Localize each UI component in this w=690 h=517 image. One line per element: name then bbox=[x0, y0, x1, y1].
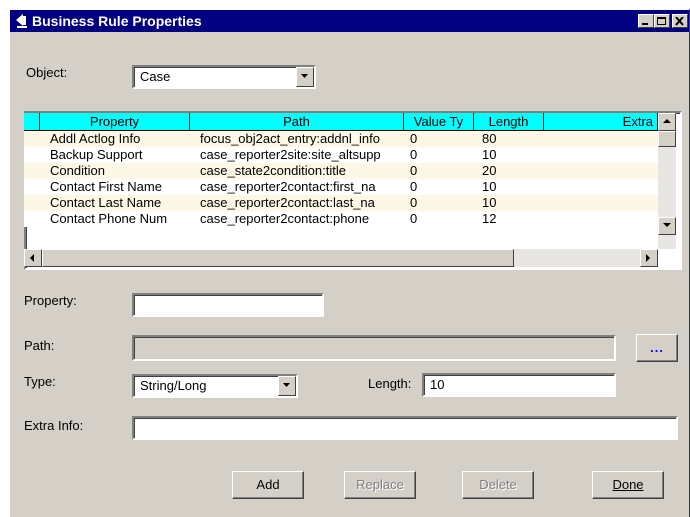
app-icon bbox=[16, 14, 27, 28]
table-cell[interactable]: Contact First Name bbox=[50, 179, 190, 195]
path-input[interactable] bbox=[132, 335, 616, 361]
column-header-length[interactable]: Length bbox=[474, 113, 544, 131]
column-header-path[interactable]: Path bbox=[190, 113, 404, 131]
table-cell[interactable]: 0 bbox=[410, 163, 474, 179]
table-cell[interactable]: 0 bbox=[410, 131, 474, 147]
type-select[interactable]: String/Long bbox=[132, 374, 298, 398]
scroll-up-button[interactable] bbox=[658, 113, 676, 131]
row-selector[interactable] bbox=[24, 147, 40, 163]
table-cell[interactable] bbox=[550, 131, 658, 147]
row-selector[interactable] bbox=[24, 211, 40, 227]
close-icon bbox=[675, 17, 684, 26]
table-cell[interactable]: Backup Support bbox=[50, 147, 190, 163]
table-cell[interactable] bbox=[550, 147, 658, 163]
row-selector[interactable] bbox=[24, 179, 40, 195]
extra-info-input[interactable] bbox=[132, 416, 678, 440]
delete-button[interactable]: Delete bbox=[462, 471, 534, 499]
arrow-right-icon bbox=[646, 254, 650, 262]
grid-horizontal-scrollbar[interactable] bbox=[24, 249, 658, 267]
vertical-scroll-thumb[interactable] bbox=[658, 131, 676, 147]
table-cell[interactable] bbox=[550, 163, 658, 179]
minimize-icon bbox=[642, 23, 648, 25]
table-cell[interactable]: 0 bbox=[410, 195, 474, 211]
scroll-down-button[interactable] bbox=[658, 217, 676, 235]
table-cell[interactable]: Contact Phone Num bbox=[50, 211, 190, 227]
browse-path-button[interactable]: ... bbox=[636, 334, 678, 362]
ellipsis-icon: ... bbox=[650, 340, 664, 355]
maximize-icon bbox=[657, 17, 666, 25]
scroll-right-button[interactable] bbox=[640, 249, 658, 267]
type-select-value: String/Long bbox=[140, 378, 207, 393]
grid-header: Property Path Value Ty Length Extra bbox=[24, 113, 676, 131]
table-cell[interactable]: 10 bbox=[482, 195, 544, 211]
column-header-value-type[interactable]: Value Ty bbox=[404, 113, 474, 131]
table-cell[interactable]: Addl Actlog Info bbox=[50, 131, 190, 147]
path-label: Path: bbox=[24, 338, 55, 353]
table-cell[interactable]: case_reporter2contact:last_na bbox=[200, 195, 404, 211]
object-label: Object: bbox=[26, 65, 68, 80]
table-cell[interactable]: 12 bbox=[482, 211, 544, 227]
table-cell[interactable]: 10 bbox=[482, 179, 544, 195]
row-selector[interactable] bbox=[24, 195, 40, 211]
object-select-value: Case bbox=[140, 69, 171, 84]
window-title: Business Rule Properties bbox=[32, 13, 202, 29]
table-row[interactable]: Addl Actlog Info focus_obj2act_entry:addn… bbox=[24, 131, 658, 147]
object-select[interactable]: Case bbox=[132, 65, 316, 89]
length-input[interactable]: 10 bbox=[422, 373, 616, 397]
add-button[interactable]: Add bbox=[232, 471, 304, 499]
extra-info-label: Extra Info: bbox=[24, 418, 84, 433]
close-button[interactable] bbox=[672, 14, 688, 28]
chevron-down-icon bbox=[283, 383, 290, 387]
table-cell[interactable]: focus_obj2act_entry:addnl_info bbox=[200, 131, 404, 147]
row-selector[interactable] bbox=[24, 163, 40, 179]
table-cell[interactable] bbox=[550, 195, 658, 211]
type-label: Type: bbox=[24, 374, 56, 389]
object-select-dropdown-button[interactable] bbox=[296, 67, 314, 87]
scroll-left-button[interactable] bbox=[24, 249, 42, 267]
table-cell[interactable]: 20 bbox=[482, 163, 544, 179]
table-cell[interactable]: 0 bbox=[410, 211, 474, 227]
replace-button[interactable]: Replace bbox=[344, 471, 416, 499]
table-row[interactable]: Contact Last Name case_reporter2contact:l… bbox=[24, 195, 658, 211]
done-button[interactable]: Done bbox=[592, 471, 664, 499]
table-cell[interactable]: case_state2condition:title bbox=[200, 163, 404, 179]
arrow-up-icon bbox=[663, 119, 671, 123]
grid-vertical-scrollbar[interactable] bbox=[658, 113, 676, 249]
table-cell[interactable]: 80 bbox=[482, 131, 544, 147]
table-cell[interactable]: 0 bbox=[410, 147, 474, 163]
arrow-down-icon bbox=[663, 223, 671, 227]
table-cell[interactable]: Condition bbox=[50, 163, 190, 179]
minimize-button[interactable] bbox=[638, 14, 654, 28]
type-select-dropdown-button[interactable] bbox=[278, 376, 296, 396]
row-selector[interactable] bbox=[24, 131, 40, 147]
maximize-button[interactable] bbox=[654, 14, 670, 28]
property-label: Property: bbox=[24, 293, 77, 308]
row-selector-header bbox=[24, 113, 40, 131]
table-row[interactable]: Condition case_state2condition:title 0 20 bbox=[24, 163, 658, 179]
table-cell[interactable] bbox=[550, 211, 658, 227]
horizontal-scroll-thumb[interactable] bbox=[42, 249, 514, 267]
table-cell[interactable]: case_reporter2contact:first_na bbox=[200, 179, 404, 195]
table-row[interactable]: Backup Support case_reporter2site:site_al… bbox=[24, 147, 658, 163]
length-input-value: 10 bbox=[430, 377, 445, 392]
table-cell[interactable]: case_reporter2contact:phone bbox=[200, 211, 404, 227]
title-bar[interactable]: Business Rule Properties bbox=[10, 10, 689, 32]
chevron-down-icon bbox=[301, 74, 308, 78]
property-input[interactable] bbox=[132, 293, 324, 317]
table-row[interactable]: Contact Phone Num case_reporter2contact:p… bbox=[24, 211, 658, 227]
column-header-property[interactable]: Property bbox=[40, 113, 190, 131]
table-row[interactable]: Contact First Name case_reporter2contact:… bbox=[24, 179, 658, 195]
table-cell[interactable]: case_reporter2site:site_altsupp bbox=[200, 147, 404, 163]
properties-grid[interactable]: Property Path Value Ty Length Extra Addl… bbox=[24, 113, 676, 267]
length-label: Length: bbox=[368, 376, 412, 391]
table-cell[interactable] bbox=[550, 179, 658, 195]
table-cell[interactable]: Contact Last Name bbox=[50, 195, 190, 211]
table-cell[interactable]: 10 bbox=[482, 147, 544, 163]
column-header-extra[interactable]: Extra bbox=[544, 113, 658, 131]
table-cell[interactable]: 0 bbox=[410, 179, 474, 195]
arrow-left-icon bbox=[30, 254, 34, 262]
